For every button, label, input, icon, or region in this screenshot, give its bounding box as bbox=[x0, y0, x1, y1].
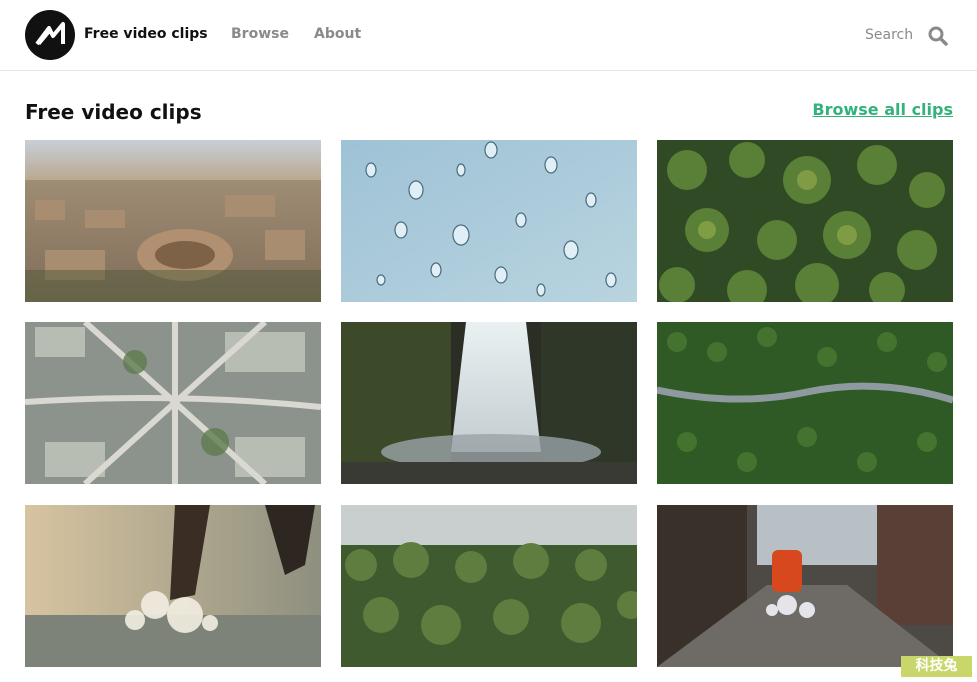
clip-thumbnail-city[interactable] bbox=[25, 140, 321, 302]
browse-all-clips-link[interactable]: Browse all clips bbox=[812, 100, 953, 119]
watermark-badge: 科技兔 bbox=[901, 656, 972, 677]
clip-thumbnail-splash[interactable] bbox=[25, 505, 321, 667]
clip-thumbnail-forest-road[interactable] bbox=[657, 322, 953, 484]
clip-thumbnail-highway[interactable] bbox=[25, 322, 321, 484]
clip-thumbnail-waterfall[interactable] bbox=[341, 322, 637, 484]
clip-thumbnail-street[interactable] bbox=[657, 505, 953, 667]
section-title: Free video clips bbox=[25, 100, 202, 124]
site-logo-icon[interactable] bbox=[25, 10, 75, 60]
search-icon[interactable] bbox=[927, 25, 949, 47]
clip-thumbnail-water-drops[interactable] bbox=[341, 140, 637, 302]
nav-about-link[interactable]: About bbox=[314, 26, 361, 42]
clip-thumbnail-forest-aerial[interactable] bbox=[657, 140, 953, 302]
top-navigation-bar: Free video clips Browse About Search bbox=[0, 0, 977, 71]
nav-browse-link[interactable]: Browse bbox=[231, 26, 289, 42]
brand-title[interactable]: Free video clips bbox=[84, 26, 208, 42]
clip-thumbnail-misty-forest[interactable] bbox=[341, 505, 637, 667]
search-label[interactable]: Search bbox=[865, 27, 913, 43]
